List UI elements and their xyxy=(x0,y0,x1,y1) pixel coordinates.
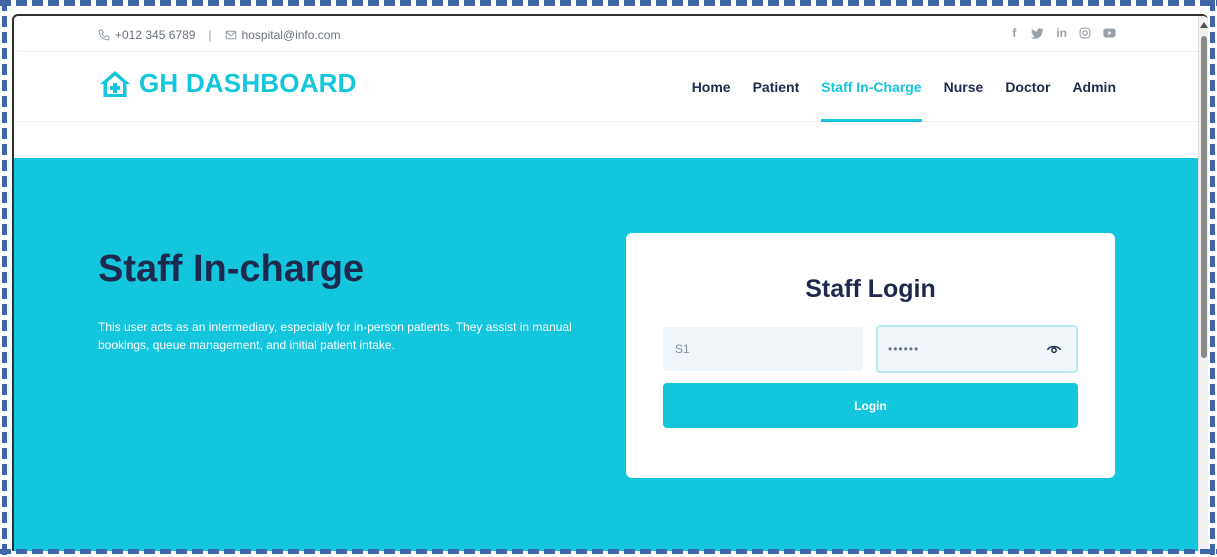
nav-admin[interactable]: Admin xyxy=(1072,52,1116,122)
password-field[interactable] xyxy=(876,325,1078,373)
scroll-up-arrow-icon[interactable] xyxy=(1200,22,1208,28)
username-input[interactable] xyxy=(663,327,863,371)
nav-nurse[interactable]: Nurse xyxy=(944,52,984,122)
phone-number: +012 345 6789 xyxy=(115,28,196,42)
vertical-scrollbar[interactable] xyxy=(1198,16,1208,551)
primary-nav: Home Patient Staff In-Charge Nurse Docto… xyxy=(692,52,1116,122)
nav-doctor[interactable]: Doctor xyxy=(1005,52,1050,122)
login-button[interactable]: Login xyxy=(663,383,1078,428)
contact-separator: | xyxy=(208,28,212,42)
hospital-house-icon xyxy=(100,70,130,97)
twitter-icon[interactable] xyxy=(1031,27,1044,39)
contact-info: +012 345 6789 | hospital@info.com xyxy=(98,28,340,42)
frame-border-left xyxy=(2,0,7,557)
phone-icon xyxy=(98,29,110,41)
login-title: Staff Login xyxy=(805,275,936,303)
scroll-thumb[interactable] xyxy=(1201,36,1207,358)
frame-border-bottom xyxy=(0,549,1217,554)
hero-section: Staff In-charge This user acts as an int… xyxy=(14,158,1200,551)
social-links: f in xyxy=(1009,26,1116,40)
frame-border-top xyxy=(0,0,1217,6)
page-viewport: +012 345 6789 | hospital@info.com f in G… xyxy=(14,16,1200,551)
linkedin-icon[interactable]: in xyxy=(1056,26,1067,40)
nav-home[interactable]: Home xyxy=(692,52,731,122)
brand-name: GH DASHBOARD xyxy=(139,68,357,98)
instagram-icon[interactable] xyxy=(1079,27,1091,39)
header-spacer xyxy=(14,122,1200,158)
nav-patient[interactable]: Patient xyxy=(753,52,800,122)
email-address: hospital@info.com xyxy=(241,28,341,42)
envelope-icon xyxy=(225,30,236,40)
brand-logo[interactable]: GH DASHBOARD xyxy=(98,68,357,99)
login-card: Staff Login Login xyxy=(626,233,1115,478)
facebook-icon[interactable]: f xyxy=(1009,26,1019,40)
frame-border-right xyxy=(1210,0,1215,557)
role-description: This user acts as an intermediary, espec… xyxy=(98,320,572,352)
eye-icon[interactable] xyxy=(1046,341,1062,355)
browser-window: +012 345 6789 | hospital@info.com f in G… xyxy=(12,14,1208,551)
top-contact-bar: +012 345 6789 | hospital@info.com f in xyxy=(14,16,1200,52)
youtube-icon[interactable] xyxy=(1103,28,1116,38)
page-title: Staff In-charge xyxy=(98,248,365,290)
main-navbar: GH DASHBOARD Home Patient Staff In-Charg… xyxy=(14,52,1200,122)
nav-staff-in-charge[interactable]: Staff In-Charge xyxy=(821,52,922,122)
